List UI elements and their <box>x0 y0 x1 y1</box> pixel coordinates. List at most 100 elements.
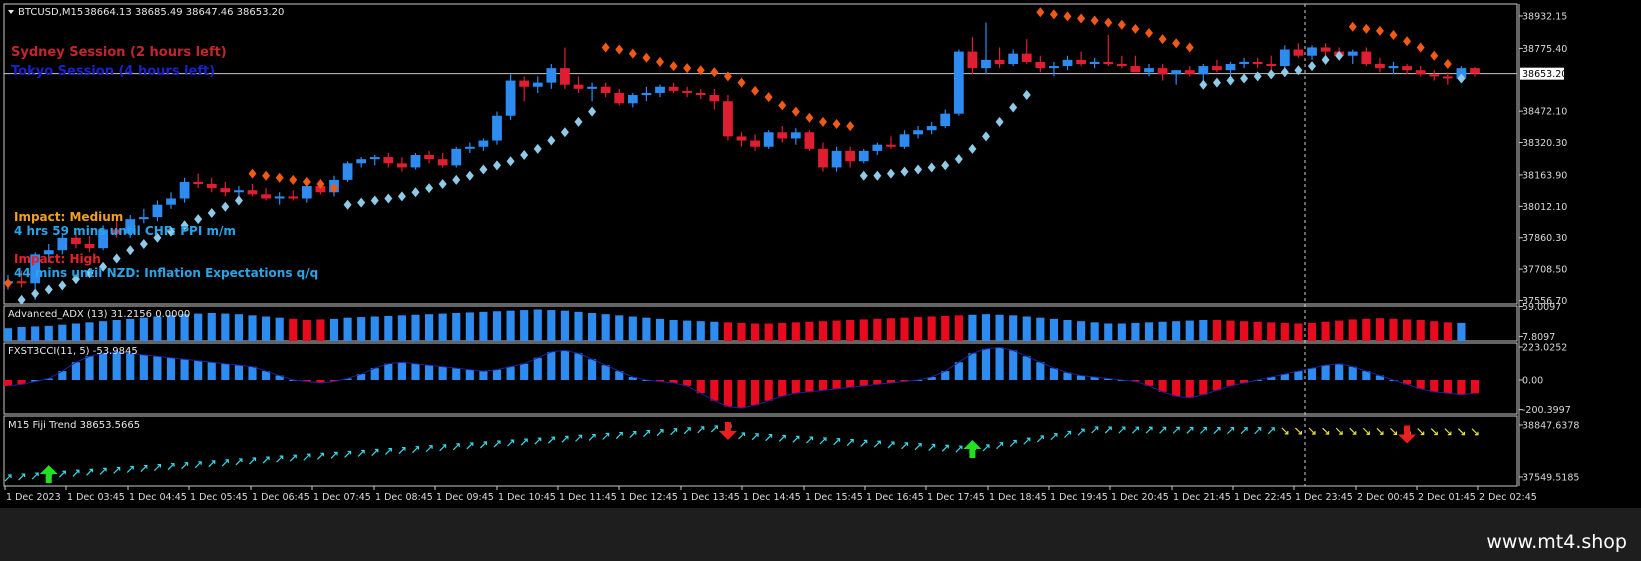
candle-body <box>1157 68 1168 75</box>
indicator-bar <box>3 379 13 386</box>
indicator-bar <box>1131 322 1140 341</box>
indicator-bar <box>751 323 760 341</box>
indicator-bar <box>1077 321 1086 341</box>
indicator-bar <box>1321 321 1330 341</box>
candle-body <box>397 163 407 168</box>
indicator-tick-label: 59.0097 <box>1522 302 1561 313</box>
time-tick-label: 1 Dec 15:45 <box>805 492 863 503</box>
indicator-bar <box>642 317 651 341</box>
candle-body <box>1320 47 1331 52</box>
candle-body <box>886 144 896 147</box>
indicator-bar <box>710 321 719 341</box>
candle-body <box>206 184 217 189</box>
indicator-name: Advanced_ADX (13) 31.2156 0.0000 <box>8 309 190 320</box>
indicator-bar <box>1389 318 1398 341</box>
indicator-bar <box>615 315 624 341</box>
indicator-bar <box>859 319 868 341</box>
indicator-bar <box>1063 320 1072 341</box>
indicator-bar <box>44 325 53 341</box>
indicator-bar <box>1457 379 1466 395</box>
time-tick-label: 1 Dec 08:45 <box>375 492 433 503</box>
candle-body <box>193 181 204 184</box>
candle-body <box>1049 66 1059 69</box>
indicator-bar <box>805 321 814 341</box>
candle-body <box>84 244 95 249</box>
indicator-bar <box>343 317 352 341</box>
indicator-bar <box>357 317 366 341</box>
candle-body <box>872 144 883 151</box>
indicator-bar <box>1185 379 1194 398</box>
time-tick-label: 1 Dec 14:45 <box>743 492 801 503</box>
indicator-bar <box>425 365 434 380</box>
indicator-bar <box>914 317 923 341</box>
indicator-bar <box>166 357 176 380</box>
indicator-tick-label: 223.0252 <box>1522 342 1567 353</box>
time-tick-label: 1 Dec 03:45 <box>67 492 125 503</box>
candle-body <box>1035 61 1046 69</box>
indicator-bar <box>1172 321 1181 341</box>
indicator-bar <box>31 326 40 341</box>
indicator-bar <box>1009 315 1018 341</box>
candle-body <box>179 181 190 199</box>
candle-body <box>750 140 760 147</box>
news-countdown: 44 mins until NZD: Inflation Expectation… <box>14 266 318 280</box>
indicator-bar <box>479 371 488 380</box>
time-tick-label: 1 Dec 18:45 <box>989 492 1047 503</box>
candle-body <box>763 132 774 147</box>
indicator-bar <box>99 353 108 380</box>
indicator-bar <box>153 356 162 380</box>
indicator-bar <box>601 314 610 341</box>
news-impact: Impact: Medium <box>14 210 123 224</box>
indicator-name: FXST3CCI(11, 5) -53.9845 <box>8 346 138 357</box>
indicator-bar <box>1470 379 1480 394</box>
indicator-bar <box>696 321 705 341</box>
candle-body <box>1103 61 1114 64</box>
candle-body <box>16 281 27 284</box>
indicator-bar <box>1036 317 1045 341</box>
indicator-bar <box>71 323 80 341</box>
indicator-bar <box>560 310 569 341</box>
time-tick-label: 2 Dec 00:45 <box>1357 492 1415 503</box>
candle-body <box>356 159 367 164</box>
indicator-bar <box>941 315 950 341</box>
indicator-bar <box>1049 318 1058 341</box>
indicator-bar <box>1022 356 1031 380</box>
candle-body <box>1266 64 1277 67</box>
indicator-bar <box>968 353 977 380</box>
candle-body <box>274 196 285 199</box>
price-tick-label: 38472.10 <box>1522 107 1567 118</box>
candle-body <box>1279 49 1290 67</box>
indicator-bar <box>995 314 1004 341</box>
indicator-bar <box>506 366 515 380</box>
candle-body <box>1307 47 1317 56</box>
indicator-bar <box>1185 320 1194 341</box>
candle-body <box>790 132 801 139</box>
candle-body <box>1470 68 1480 74</box>
indicator-bar <box>818 379 828 391</box>
chart-window[interactable]: 38932.15 38775.40 38472.10 38320.30 38163.90… <box>0 0 1641 561</box>
session-label: Tokyo Session (4 hours left) <box>11 64 215 79</box>
candle-body <box>247 190 258 195</box>
indicator-bar <box>655 318 665 341</box>
indicator-bar <box>153 316 162 341</box>
time-tick-label: 1 Dec 19:45 <box>1050 492 1108 503</box>
indicator-bar <box>397 362 406 380</box>
indicator-bar <box>1212 379 1221 391</box>
indicator-tick-label: 37549.5185 <box>1522 473 1579 484</box>
candle-body <box>546 68 557 83</box>
indicator-bar <box>207 362 216 380</box>
indicator-bar <box>588 313 597 341</box>
candle-body <box>1252 61 1263 64</box>
indicator-bar <box>954 315 963 341</box>
candle-body <box>505 80 516 116</box>
indicator-bar <box>1362 318 1371 341</box>
indicator-bar <box>1443 379 1452 394</box>
indicator-bar <box>248 315 257 341</box>
indicator-bar <box>221 363 230 380</box>
indicator-bar <box>3 328 13 341</box>
pane-frame-1 <box>3 305 1518 342</box>
candle-body <box>261 194 271 199</box>
indicator-bar <box>683 320 692 341</box>
time-tick-label: 1 Dec 16:45 <box>866 492 924 503</box>
symbol-label: BTCUSD,M15 <box>18 7 83 18</box>
